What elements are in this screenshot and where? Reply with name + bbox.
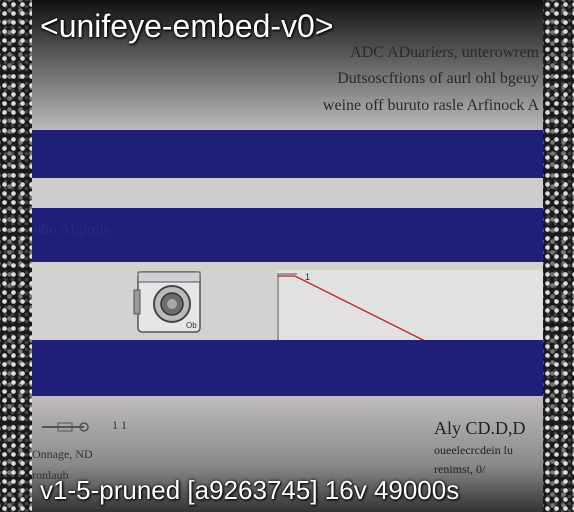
blue-band-1	[32, 130, 543, 178]
light-strip-1	[32, 178, 543, 208]
svg-text:1: 1	[305, 272, 310, 282]
overlay-bottom-label: v1-5-pruned [a9263745] 16v 49000s	[40, 475, 460, 505]
bottom-left-line-1: Onnage, ND	[32, 447, 93, 461]
wrench-icon	[42, 422, 89, 432]
header-line-1: ADC ADuariers, unterowrem	[350, 44, 539, 61]
section-label: uho Afgiruly	[34, 222, 112, 238]
header-line-2: Dutsoscftions of aurl ohl bgeuy	[337, 70, 539, 87]
right-noise-border	[543, 0, 574, 512]
header-line-3: weine off buruto rasle Arfinock A	[322, 97, 539, 114]
overlay-top-label: <unifeye-embed-v0>	[40, 8, 334, 44]
bottom-right-title: Aly CD.D,D	[434, 418, 526, 438]
washing-machine-icon: Ob	[133, 271, 201, 333]
left-noise-border	[0, 0, 32, 512]
icon-caption: 1 1	[112, 418, 127, 432]
blue-band-3	[32, 340, 543, 396]
svg-text:Ob: Ob	[186, 321, 197, 330]
bottom-right-line-1: oueelecrcdein lu	[434, 443, 513, 457]
web-page-content: ADC ADuariers, unterowrem Dutsoscftions …	[32, 0, 543, 512]
screenshot-frame: ADC ADuariers, unterowrem Dutsoscftions …	[0, 0, 574, 512]
